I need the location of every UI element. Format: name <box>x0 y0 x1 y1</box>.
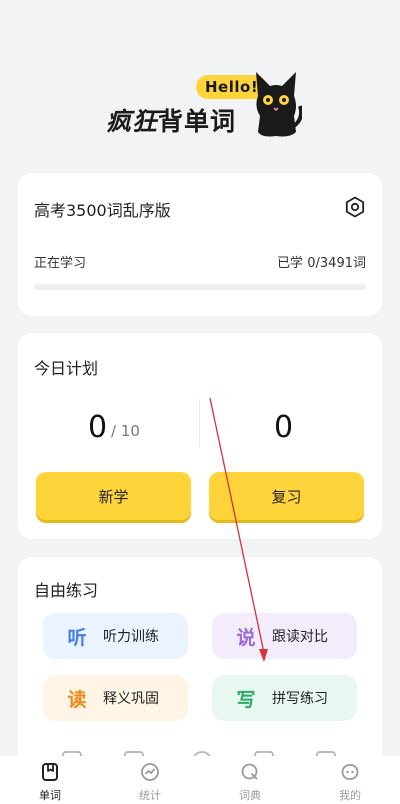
new-learn-button[interactable]: 新学 <box>36 472 191 520</box>
new-total: / 10 <box>111 422 140 440</box>
nav-label-stats: 统计 <box>139 789 161 802</box>
search-icon <box>241 763 258 780</box>
speak-glyph-icon: 说 <box>236 626 256 649</box>
listen-glyph-icon: 听 <box>67 626 87 649</box>
spelling-label: 拼写练习 <box>272 691 328 707</box>
chart-icon <box>141 763 159 781</box>
meaning-practice-button[interactable]: 读 释义巩固 <box>43 675 188 721</box>
bottom-nav: 单词 统计 词典 我的 <box>0 756 400 804</box>
settings-icon[interactable] <box>344 196 366 218</box>
current-book-card[interactable]: 高考3500词乱序版 正在学习 已学 0/3491词 <box>18 173 382 316</box>
app-title-rest: 背单词 <box>158 107 237 136</box>
meaning-label: 释义巩固 <box>103 691 159 707</box>
nav-item-stats[interactable]: 统计 <box>100 756 200 804</box>
nav-label-words: 单词 <box>39 789 61 802</box>
face-icon <box>341 764 359 780</box>
book-icon <box>42 763 58 781</box>
review-button[interactable]: 复习 <box>209 472 364 520</box>
cat-mascot-icon <box>256 72 302 137</box>
learned-count: 已学 0/3491词 <box>277 256 366 271</box>
nav-label-profile: 我的 <box>339 789 361 802</box>
nav-label-dictionary: 词典 <box>239 789 261 802</box>
book-title: 高考3500词乱序版 <box>34 201 171 220</box>
free-practice-card: 自由练习 听 听力训练 说 跟读对比 读 释义巩固 写 拼写练习 <box>18 557 382 787</box>
plan-title: 今日计划 <box>34 359 99 378</box>
shadowing-practice-button[interactable]: 说 跟读对比 <box>212 613 357 659</box>
today-plan-card: 今日计划 0 / 10 0 新学 复习 <box>18 333 382 539</box>
listening-practice-button[interactable]: 听 听力训练 <box>43 613 188 659</box>
new-count: 0 <box>88 410 108 445</box>
study-status: 正在学习 <box>34 256 87 271</box>
nav-item-dictionary[interactable]: 词典 <box>200 756 300 804</box>
nav-item-words[interactable]: 单词 <box>0 756 100 804</box>
nav-item-profile[interactable]: 我的 <box>300 756 400 804</box>
read-glyph-icon: 读 <box>67 688 87 711</box>
plan-divider <box>199 399 200 447</box>
practice-title: 自由练习 <box>34 581 99 600</box>
write-glyph-icon: 写 <box>236 688 256 711</box>
app-logo: Hello! 疯狂背单词 <box>104 66 304 146</box>
spelling-practice-button[interactable]: 写 拼写练习 <box>212 675 357 721</box>
shadowing-label: 跟读对比 <box>272 629 328 645</box>
review-count: 0 <box>274 410 294 445</box>
app-title: 疯狂背单词 <box>106 102 236 138</box>
book-progress-bar <box>34 284 366 290</box>
app-title-italic: 疯狂 <box>106 107 159 136</box>
listening-label: 听力训练 <box>103 629 159 645</box>
